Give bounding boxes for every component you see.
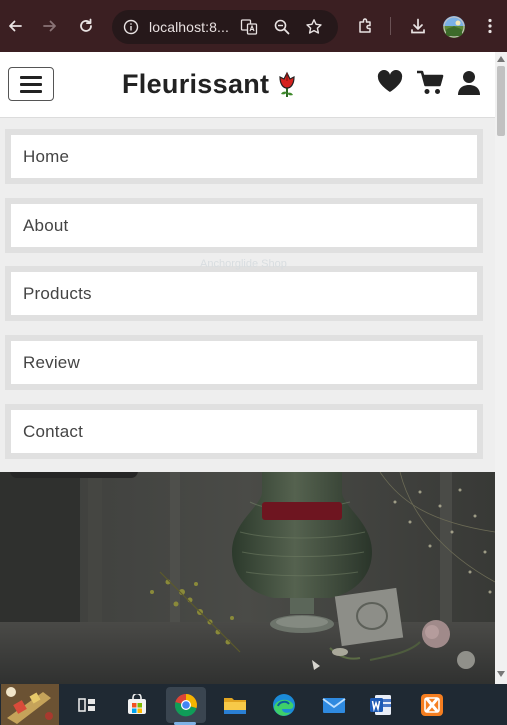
- hero-image: [0, 472, 495, 684]
- site-header: Fleurissant: [0, 52, 495, 118]
- nav-item-label: Review: [11, 341, 477, 384]
- mail-icon[interactable]: [314, 687, 354, 723]
- nav-item-home[interactable]: Home: [5, 129, 483, 184]
- task-view-icon[interactable]: [67, 687, 107, 723]
- extensions-icon[interactable]: [353, 14, 377, 38]
- translate-icon[interactable]: [239, 17, 259, 37]
- edge-icon[interactable]: [264, 687, 304, 723]
- profile-avatar[interactable]: [443, 16, 465, 38]
- heart-icon[interactable]: [377, 70, 403, 99]
- nav-item-label: Products: [11, 272, 477, 315]
- scroll-up-arrow-icon[interactable]: [496, 54, 506, 64]
- cart-icon[interactable]: [416, 70, 444, 101]
- nav-item-label: Contact: [11, 410, 477, 453]
- brand-name: Fleurissant: [122, 69, 270, 99]
- nav-item-contact[interactable]: Contact: [5, 404, 483, 459]
- download-icon[interactable]: [406, 14, 430, 38]
- nav-item-products[interactable]: Products: [5, 266, 483, 321]
- hero-button[interactable]: [10, 472, 138, 478]
- file-explorer-icon[interactable]: [215, 687, 255, 723]
- zoom-icon[interactable]: [272, 17, 292, 37]
- back-icon[interactable]: [3, 14, 27, 38]
- hamburger-line: [20, 90, 42, 93]
- forward-icon[interactable]: [38, 14, 62, 38]
- store-icon[interactable]: [117, 687, 157, 723]
- hamburger-line: [20, 83, 42, 86]
- page-scrollbar[interactable]: [495, 52, 507, 684]
- scroll-down-arrow-icon[interactable]: [496, 669, 506, 679]
- hamburger-line: [20, 76, 42, 79]
- browser-toolbar: localhost:8...: [0, 0, 507, 52]
- rose-icon: [279, 71, 295, 97]
- scroll-thumb[interactable]: [497, 66, 505, 136]
- nav-item-label: About: [11, 204, 477, 247]
- xampp-icon[interactable]: [412, 687, 452, 723]
- nav-item-label: Home: [11, 135, 477, 178]
- address-bar[interactable]: localhost:8...: [112, 10, 338, 44]
- more-menu-icon[interactable]: [478, 14, 502, 38]
- brand[interactable]: Fleurissant: [122, 69, 297, 100]
- bookmark-star-icon[interactable]: [304, 17, 324, 37]
- chrome-icon[interactable]: [166, 687, 206, 723]
- nav-menu: Home About Products Review Contact: [0, 118, 495, 472]
- nav-item-review[interactable]: Review: [5, 335, 483, 390]
- reload-icon[interactable]: [74, 14, 98, 38]
- menu-toggle[interactable]: [8, 67, 54, 101]
- url-text: localhost:8...: [149, 19, 229, 35]
- toolbar-divider: [390, 17, 391, 35]
- background-hero-text: Anchorglide Shop: [200, 258, 287, 270]
- site-info-icon[interactable]: [121, 17, 141, 37]
- nav-item-about[interactable]: About: [5, 198, 483, 253]
- user-icon[interactable]: [457, 70, 481, 101]
- widgets-icon[interactable]: [0, 684, 60, 725]
- hero-section: [0, 472, 495, 684]
- windows-taskbar: [0, 684, 507, 725]
- word-icon[interactable]: [361, 687, 401, 723]
